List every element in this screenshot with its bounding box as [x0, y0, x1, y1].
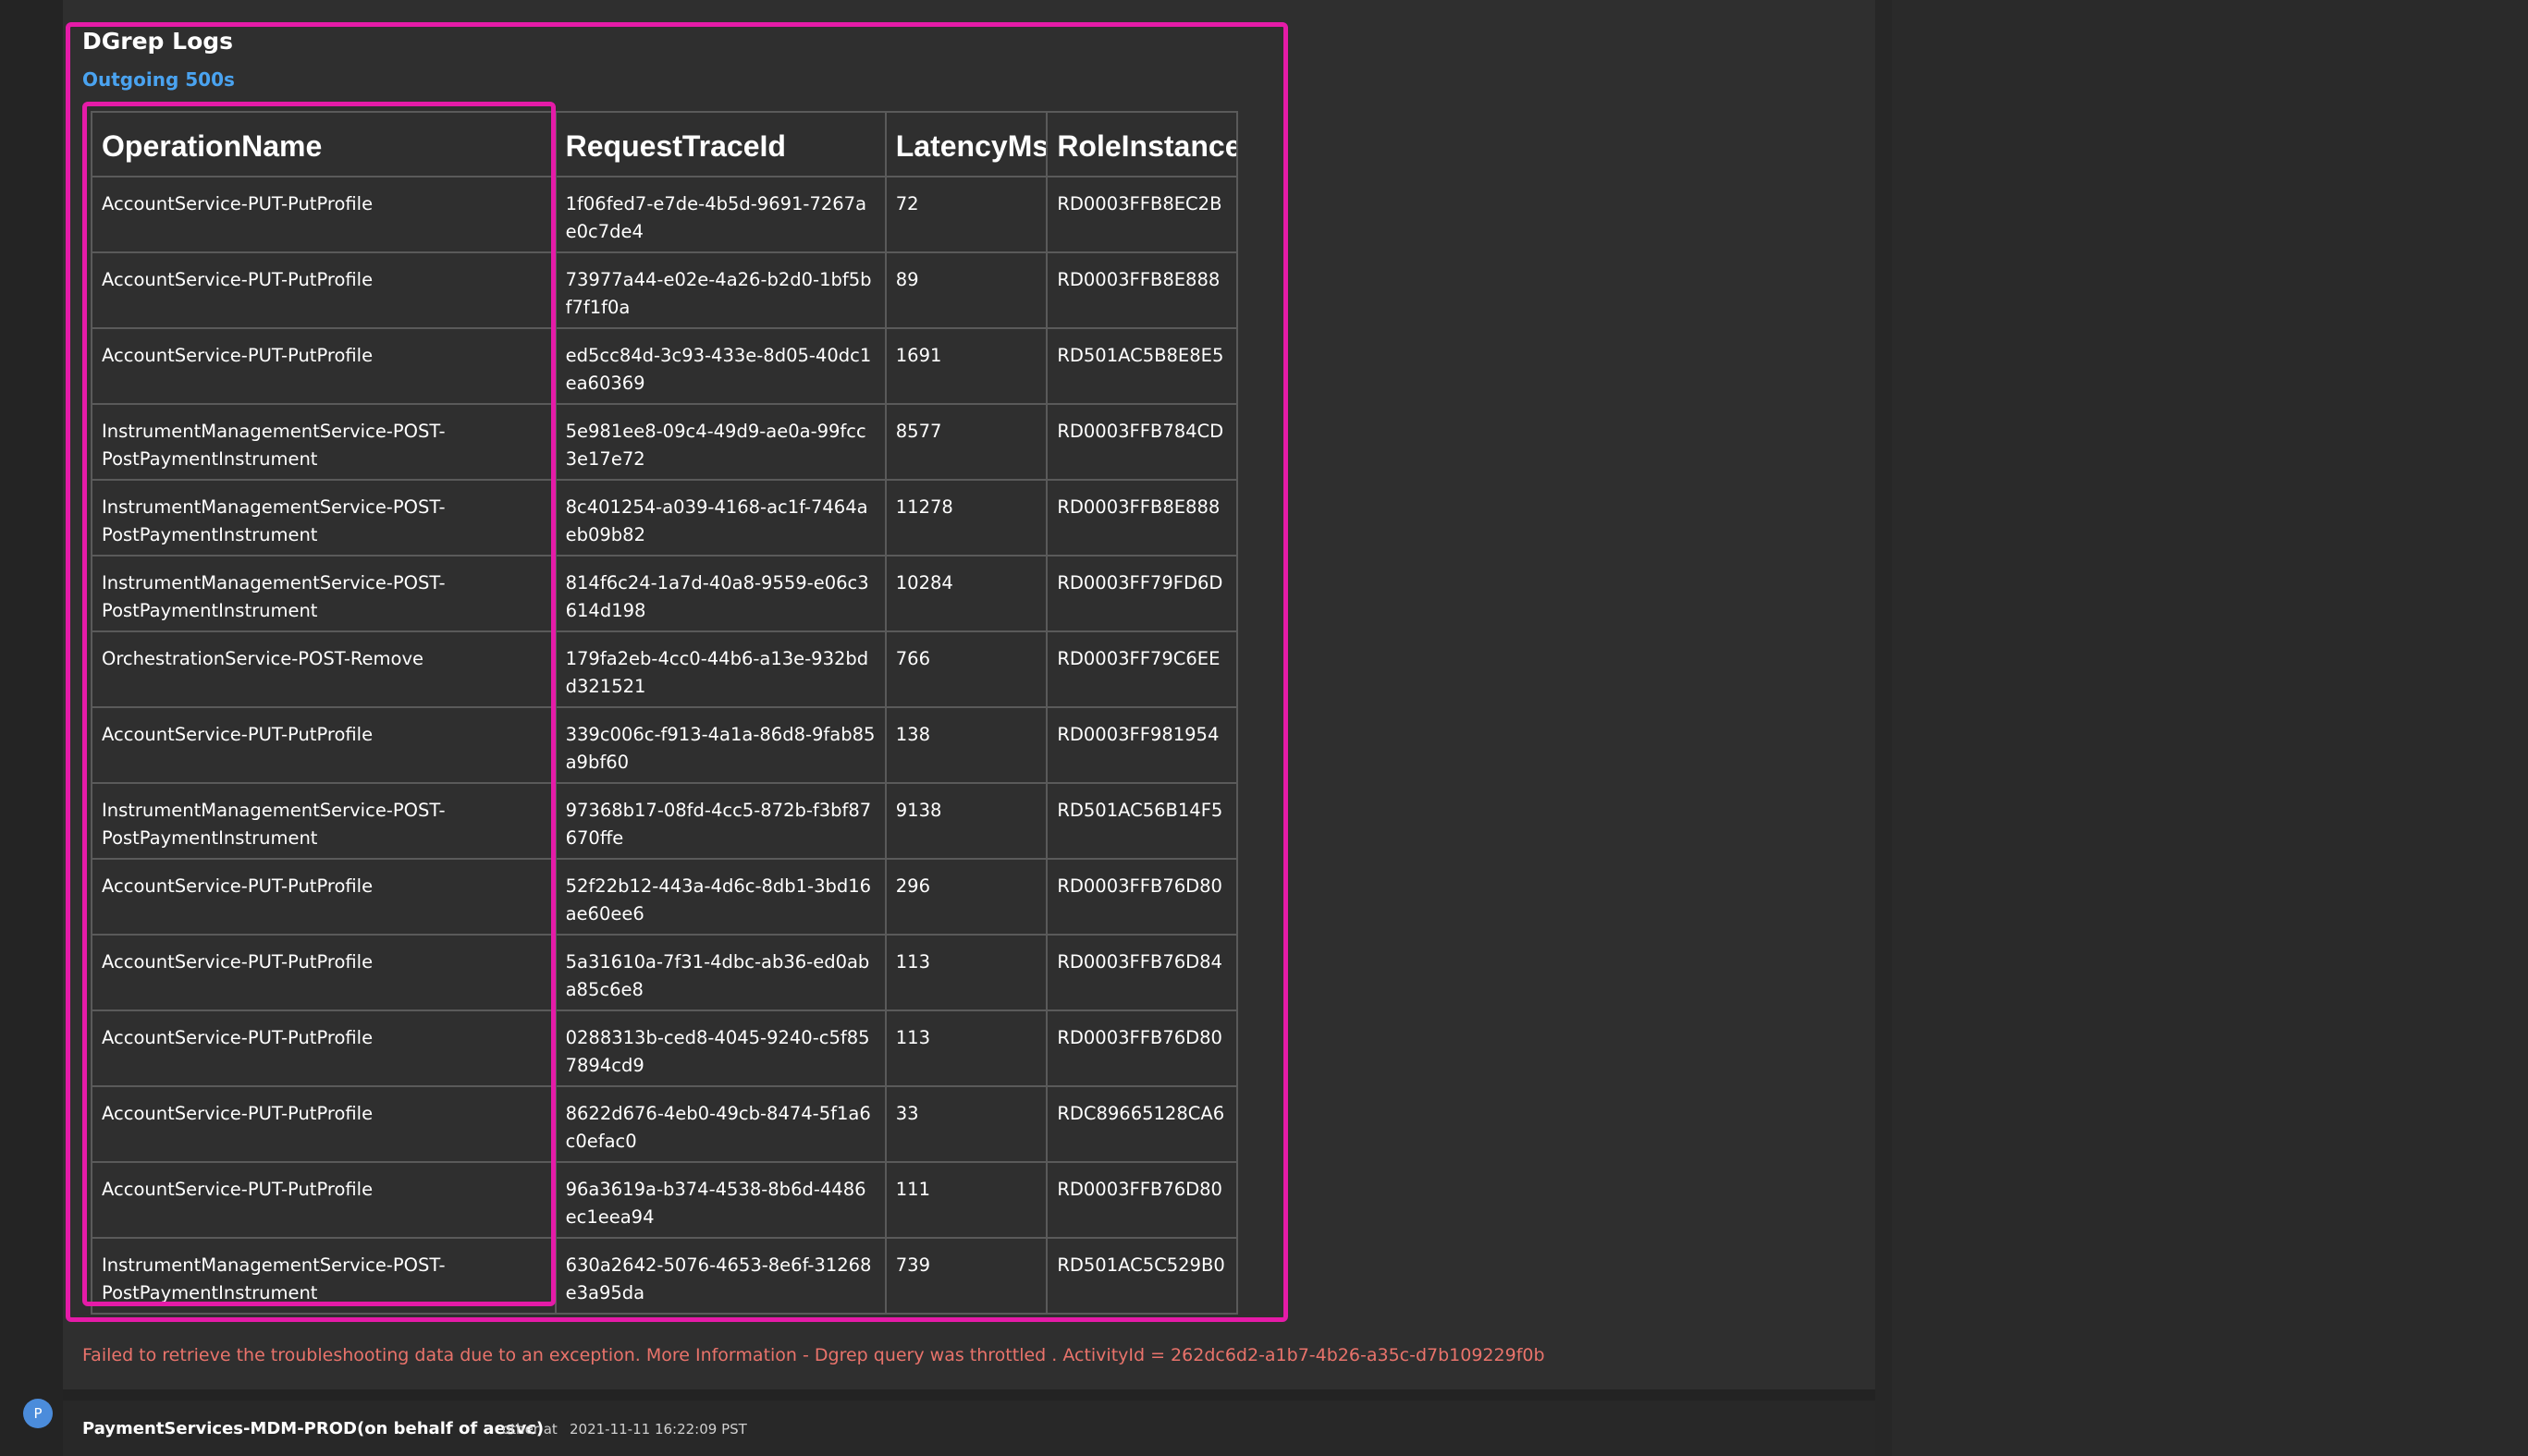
- table-row: InstrumentManagementService-POST-PostPay…: [91, 403, 1238, 481]
- table-header-row: OperationName RequestTraceId LatencyMs R…: [91, 111, 1238, 177]
- message-role: other at: [502, 1421, 558, 1438]
- cell-requesttraceid: 339c006c-f913-4a1a-86d8-9fab85a9bf60: [554, 706, 887, 784]
- card-subtitle: Outgoing 500s: [82, 68, 235, 91]
- table-row: AccountService-PUT-PutProfile 52f22b12-44…: [91, 858, 1238, 936]
- cell-operationname: AccountService-PUT-PutProfile: [91, 176, 557, 253]
- cell-requesttraceid: 96a3619a-b374-4538-8b6d-4486ec1eea94: [554, 1161, 887, 1239]
- cell-requesttraceid: 630a2642-5076-4653-8e6f-31268e3a95da: [554, 1237, 887, 1315]
- cell-operationname: AccountService-PUT-PutProfile: [91, 251, 557, 329]
- table-row: OrchestrationService-POST-Remove 179fa2eb…: [91, 630, 1238, 708]
- cell-operationname: InstrumentManagementService-POST-PostPay…: [91, 782, 557, 860]
- cell-latencyms: 296: [884, 858, 1049, 936]
- cell-roleinstance: RD0003FFB8EC2B: [1046, 176, 1238, 253]
- cell-operationname: AccountService-PUT-PutProfile: [91, 706, 557, 784]
- table-row: AccountService-PUT-PutProfile 8622d676-4e…: [91, 1085, 1238, 1163]
- cell-latencyms: 113: [884, 934, 1049, 1011]
- table-row: AccountService-PUT-PutProfile ed5cc84d-3c…: [91, 327, 1238, 405]
- cell-latencyms: 138: [884, 706, 1049, 784]
- cell-roleinstance: RD0003FFB8E888: [1046, 479, 1238, 557]
- cell-latencyms: 33: [884, 1085, 1049, 1163]
- table-row: AccountService-PUT-PutProfile 0288313b-ce…: [91, 1009, 1238, 1087]
- card-title: DGrep Logs: [82, 28, 234, 55]
- side-pane: [1892, 0, 2528, 1456]
- column-header-latencyms: LatencyMs: [884, 111, 1049, 177]
- cell-latencyms: 11278: [884, 479, 1049, 557]
- cell-operationname: InstrumentManagementService-POST-PostPay…: [91, 479, 557, 557]
- message-timestamp: 2021-11-11 16:22:09 PST: [570, 1421, 747, 1438]
- cell-operationname: InstrumentManagementService-POST-PostPay…: [91, 403, 557, 481]
- cell-requesttraceid: 8c401254-a039-4168-ac1f-7464aeb09b82: [554, 479, 887, 557]
- column-header-roleinstance: RoleInstance: [1046, 111, 1238, 177]
- message-author[interactable]: PaymentServices-MDM-PROD(on behalf of ae…: [82, 1419, 544, 1438]
- table-row: InstrumentManagementService-POST-PostPay…: [91, 1237, 1238, 1315]
- cell-latencyms: 89: [884, 251, 1049, 329]
- cell-requesttraceid: ed5cc84d-3c93-433e-8d05-40dc1ea60369: [554, 327, 887, 405]
- cell-roleinstance: RD0003FFB76D80: [1046, 1161, 1238, 1239]
- cell-roleinstance: RD0003FFB8E888: [1046, 251, 1238, 329]
- cell-latencyms: 739: [884, 1237, 1049, 1315]
- table-row: AccountService-PUT-PutProfile 5a31610a-7f…: [91, 934, 1238, 1011]
- cell-operationname: AccountService-PUT-PutProfile: [91, 858, 557, 936]
- cell-operationname: AccountService-PUT-PutProfile: [91, 1161, 557, 1239]
- cell-operationname: OrchestrationService-POST-Remove: [91, 630, 557, 708]
- cell-latencyms: 9138: [884, 782, 1049, 860]
- column-header-requesttraceid: RequestTraceId: [554, 111, 887, 177]
- cell-latencyms: 113: [884, 1009, 1049, 1087]
- cell-requesttraceid: 0288313b-ced8-4045-9240-c5f857894cd9: [554, 1009, 887, 1087]
- cell-operationname: AccountService-PUT-PutProfile: [91, 1009, 557, 1087]
- table-row: InstrumentManagementService-POST-PostPay…: [91, 555, 1238, 632]
- cell-requesttraceid: 97368b17-08fd-4cc5-872b-f3bf87670ffe: [554, 782, 887, 860]
- cell-roleinstance: RD501AC5C529B0: [1046, 1237, 1238, 1315]
- cell-roleinstance: RD0003FFB76D80: [1046, 858, 1238, 936]
- cell-operationname: AccountService-PUT-PutProfile: [91, 934, 557, 1011]
- cell-latencyms: 10284: [884, 555, 1049, 632]
- cell-operationname: AccountService-PUT-PutProfile: [91, 1085, 557, 1163]
- cell-roleinstance: RD501AC56B14F5: [1046, 782, 1238, 860]
- error-message: Failed to retrieve the troubleshooting d…: [82, 1345, 1545, 1365]
- cell-requesttraceid: 179fa2eb-4cc0-44b6-a13e-932bdd321521: [554, 630, 887, 708]
- cell-latencyms: 111: [884, 1161, 1049, 1239]
- dgrep-logs-table: OperationName RequestTraceId LatencyMs R…: [91, 111, 1238, 1315]
- cell-latencyms: 766: [884, 630, 1049, 708]
- panel-divider: [1875, 0, 1892, 1456]
- table-row: InstrumentManagementService-POST-PostPay…: [91, 479, 1238, 557]
- cell-latencyms: 72: [884, 176, 1049, 253]
- table-body: AccountService-PUT-PutProfile 1f06fed7-e7…: [91, 176, 1238, 1315]
- cell-latencyms: 1691: [884, 327, 1049, 405]
- cell-requesttraceid: 814f6c24-1a7d-40a8-9559-e06c3614d198: [554, 555, 887, 632]
- cell-requesttraceid: 1f06fed7-e7de-4b5d-9691-7267ae0c7de4: [554, 176, 887, 253]
- cell-latencyms: 8577: [884, 403, 1049, 481]
- cell-operationname: AccountService-PUT-PutProfile: [91, 327, 557, 405]
- table-row: InstrumentManagementService-POST-PostPay…: [91, 782, 1238, 860]
- cell-requesttraceid: 73977a44-e02e-4a26-b2d0-1bf5bf7f1f0a: [554, 251, 887, 329]
- cell-requesttraceid: 5e981ee8-09c4-49d9-ae0a-99fcc3e17e72: [554, 403, 887, 481]
- cell-roleinstance: RD501AC5B8E8E5: [1046, 327, 1238, 405]
- cell-operationname: InstrumentManagementService-POST-PostPay…: [91, 1237, 557, 1315]
- cell-requesttraceid: 5a31610a-7f31-4dbc-ab36-ed0aba85c6e8: [554, 934, 887, 1011]
- column-header-operationname: OperationName: [91, 111, 557, 177]
- cell-roleinstance: RD0003FFB784CD: [1046, 403, 1238, 481]
- cell-roleinstance: RD0003FFB76D84: [1046, 934, 1238, 1011]
- table-row: AccountService-PUT-PutProfile 73977a44-e0…: [91, 251, 1238, 329]
- cell-roleinstance: RDC89665128CA6: [1046, 1085, 1238, 1163]
- user-avatar[interactable]: P: [23, 1399, 53, 1428]
- cell-requesttraceid: 8622d676-4eb0-49cb-8474-5f1a6c0efac0: [554, 1085, 887, 1163]
- left-rail: P: [0, 0, 63, 1456]
- cell-requesttraceid: 52f22b12-443a-4d6c-8db1-3bd16ae60ee6: [554, 858, 887, 936]
- table-row: AccountService-PUT-PutProfile 339c006c-f9…: [91, 706, 1238, 784]
- table-row: AccountService-PUT-PutProfile 1f06fed7-e7…: [91, 176, 1238, 253]
- cell-operationname: InstrumentManagementService-POST-PostPay…: [91, 555, 557, 632]
- table-row: AccountService-PUT-PutProfile 96a3619a-b3…: [91, 1161, 1238, 1239]
- cell-roleinstance: RD0003FF79FD6D: [1046, 555, 1238, 632]
- cell-roleinstance: RD0003FF981954: [1046, 706, 1238, 784]
- cell-roleinstance: RD0003FFB76D80: [1046, 1009, 1238, 1087]
- cell-roleinstance: RD0003FF79C6EE: [1046, 630, 1238, 708]
